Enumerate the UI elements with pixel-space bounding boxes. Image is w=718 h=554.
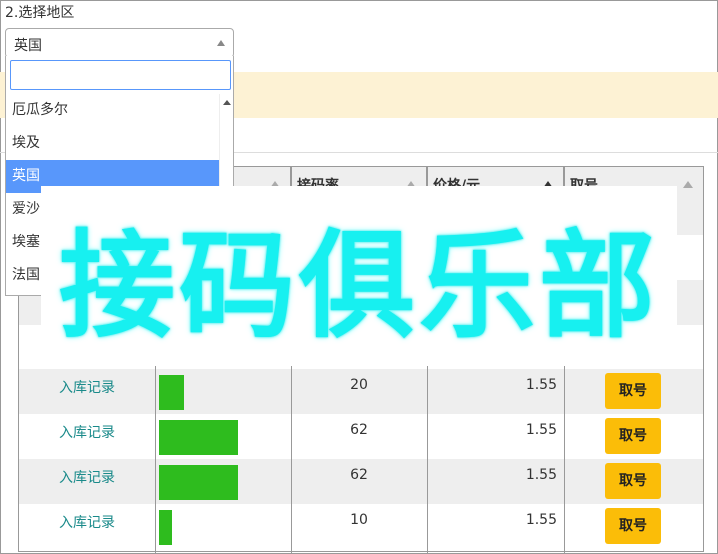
dropdown-search-input[interactable]	[10, 60, 231, 90]
rate-bar	[159, 420, 238, 455]
rate-value: 10	[350, 512, 368, 528]
sort-icon[interactable]	[683, 181, 693, 188]
record-link[interactable]: 入库记录	[59, 422, 115, 442]
price-value: 1.55	[525, 467, 557, 483]
get-number-button[interactable]: 取号	[605, 463, 661, 499]
price-value: 1.55	[525, 512, 557, 528]
get-number-button[interactable]: 取号	[605, 418, 661, 454]
price-value: 1.55	[525, 377, 557, 393]
region-select[interactable]: 英国	[5, 28, 234, 58]
watermark: 接码俱乐部	[41, 186, 677, 366]
scroll-up-icon[interactable]	[223, 100, 231, 105]
rate-value: 20	[350, 377, 368, 393]
rate-bar	[159, 375, 184, 410]
rate-value: 62	[350, 422, 368, 438]
region-select-value: 英国	[14, 38, 42, 54]
record-link[interactable]: 入库记录	[59, 467, 115, 487]
dropdown-option[interactable]: 埃及	[6, 127, 220, 160]
get-number-button[interactable]: 取号	[605, 373, 661, 409]
record-link[interactable]: 入库记录	[59, 512, 115, 532]
step-label: 2.选择地区	[5, 5, 75, 21]
record-link[interactable]: 入库记录	[59, 377, 115, 397]
get-number-button[interactable]: 取号	[605, 508, 661, 544]
rate-value: 62	[350, 467, 368, 483]
caret-up-icon	[217, 40, 225, 46]
dropdown-option[interactable]: 厄瓜多尔	[6, 94, 220, 127]
price-value: 1.55	[525, 422, 557, 438]
rate-bar	[159, 510, 172, 545]
watermark-text: 接码俱乐部	[59, 219, 659, 354]
rate-bar	[159, 465, 238, 500]
